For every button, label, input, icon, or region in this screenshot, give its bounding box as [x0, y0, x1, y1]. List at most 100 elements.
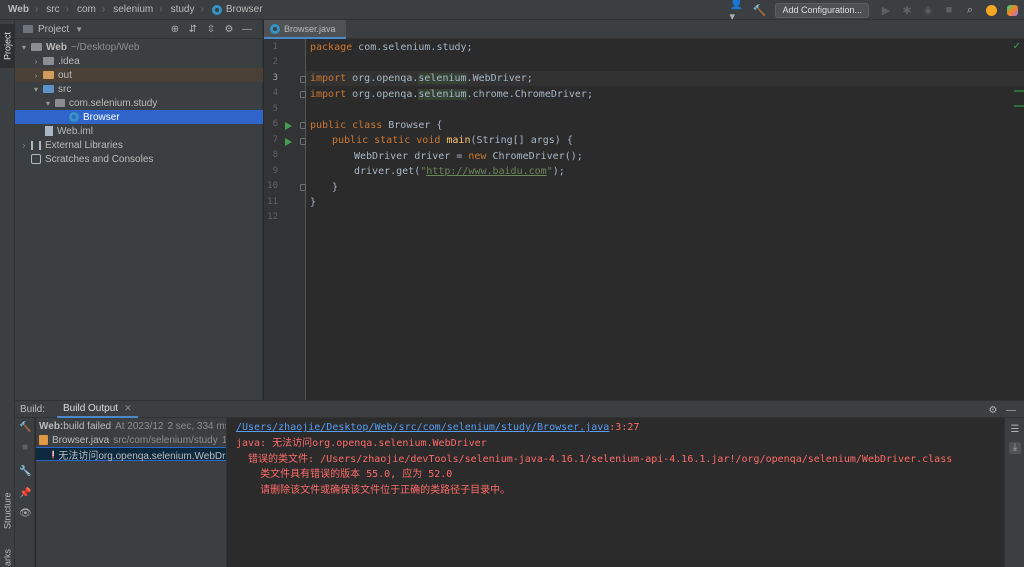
tree-item-web-iml[interactable]: Web.iml	[15, 124, 263, 138]
tree-item-package[interactable]: ▾ com.selenium.study	[15, 96, 263, 110]
soft-wrap-icon[interactable]: ☰	[1009, 424, 1021, 436]
tab-label: Browser.java	[284, 23, 336, 34]
tab-structure[interactable]: Structure	[0, 482, 15, 540]
hide-icon[interactable]: —	[1002, 405, 1020, 416]
code-editor[interactable]: 1 2 3 4 5 6 7 8 9 10 11 12 package com.s…	[264, 39, 1024, 400]
line-number: 5	[272, 104, 278, 114]
scroll-to-end-icon[interactable]: ⤓	[1009, 442, 1021, 454]
breadcrumb-src[interactable]: src	[38, 0, 59, 20]
fold-icon[interactable]	[300, 138, 306, 145]
code-line-10: }	[332, 180, 338, 195]
build-root-name: Web:	[39, 420, 64, 432]
code-text: Browser {	[382, 120, 443, 131]
run-gutter-icon[interactable]	[285, 138, 292, 146]
change-marker[interactable]	[1014, 105, 1024, 107]
chevron-down-icon[interactable]: ▾	[19, 43, 29, 52]
pin-icon[interactable]: 📌	[19, 488, 31, 499]
breadcrumb-browser[interactable]: Browser	[204, 0, 263, 20]
update-icon[interactable]	[982, 1, 1000, 19]
chevron-right-icon[interactable]: ›	[31, 57, 41, 66]
chevron-right-icon[interactable]: ›	[31, 71, 41, 80]
close-icon[interactable]: ✕	[124, 403, 132, 414]
gear-icon[interactable]: ⚙	[984, 405, 1002, 416]
gear-icon[interactable]: ⚙	[220, 24, 238, 35]
breadcrumb-web[interactable]: Web	[0, 0, 29, 20]
java-class-icon	[211, 4, 222, 15]
eye-icon[interactable]: 👁	[19, 508, 32, 519]
line-number: 7	[272, 135, 278, 145]
build-file-name: Browser.java	[52, 434, 110, 446]
build-root-duration: 2 sec, 334 ms	[167, 420, 227, 432]
console-file-link[interactable]: /Users/zhaojie/Desktop/Web/src/com/selen…	[236, 422, 609, 433]
stop-icon[interactable]: ■	[19, 442, 31, 453]
error-icon: !	[52, 449, 55, 459]
stop-icon[interactable]: ■	[940, 1, 958, 19]
left-tool-stripe: Project Structure arks	[0, 20, 15, 567]
tab-build-output[interactable]: Build Output ✕	[57, 401, 138, 418]
run-icon[interactable]: ▶	[877, 1, 895, 19]
tree-item-label: out	[58, 69, 72, 81]
build-tree-root[interactable]: Web: build failed At 2023/12 2 sec, 334 …	[39, 419, 227, 433]
breadcrumb-selenium[interactable]: selenium	[105, 0, 153, 20]
breadcrumb-study[interactable]: study	[163, 0, 195, 20]
chevron-down-icon[interactable]: ▾	[43, 99, 53, 108]
change-marker[interactable]	[1014, 90, 1024, 92]
code-line-8: WebDriver driver = new ChromeDriver();	[354, 149, 583, 164]
check-icon[interactable]: ✓	[1013, 41, 1021, 52]
folder-icon	[43, 57, 54, 65]
ide-logo-icon[interactable]	[1003, 1, 1021, 19]
tree-item-scratches[interactable]: Scratches and Consoles	[15, 152, 263, 166]
run-gutter-icon[interactable]	[285, 122, 292, 130]
search-icon[interactable]: ⌕	[961, 1, 979, 19]
tree-item-src[interactable]: ▾ src	[15, 82, 263, 96]
tab-bookmarks[interactable]: arks	[0, 547, 15, 567]
line-number: 9	[272, 166, 278, 176]
tab-project[interactable]: Project	[0, 24, 15, 68]
locate-icon[interactable]: ⊕	[166, 24, 184, 35]
tree-item-external-libraries[interactable]: › External Libraries	[15, 138, 263, 152]
wrench-icon[interactable]: 🔧	[19, 466, 31, 477]
fold-icon[interactable]	[300, 91, 306, 98]
code-text: WebDriver driver =	[354, 151, 469, 162]
add-configuration-button[interactable]: Add Configuration...	[775, 2, 869, 18]
code-keyword: public static void	[332, 135, 441, 146]
tree-item-browser[interactable]: Browser	[15, 110, 263, 124]
code-text: selenium	[418, 89, 467, 100]
tree-item-out[interactable]: › out	[15, 68, 263, 82]
code-line-9: driver.get("http://www.baidu.com");	[354, 164, 565, 179]
tree-item-label: src	[58, 83, 72, 95]
build-hammer-icon[interactable]: 🔨	[750, 1, 768, 19]
java-file-icon	[39, 435, 48, 445]
code-url-link[interactable]: http://www.baidu.com	[426, 166, 546, 177]
build-tree-file[interactable]: Browser.java src/com/selenium/study 1	[39, 433, 226, 447]
breadcrumb-com[interactable]: com	[69, 0, 96, 20]
console-link-position: :3:27	[609, 422, 640, 433]
coverage-icon[interactable]: ◈	[919, 1, 937, 19]
code-keyword: public class	[310, 120, 383, 131]
chevron-right-icon[interactable]: ›	[19, 141, 29, 150]
java-class-icon	[69, 112, 79, 122]
chevron-down-icon[interactable]: ▼	[75, 25, 83, 34]
editor-scrollbar[interactable]: ✓	[1010, 39, 1024, 400]
tree-item-idea[interactable]: › .idea	[15, 54, 263, 68]
expand-all-icon[interactable]: ⇵	[184, 24, 202, 35]
build-hammer-icon[interactable]: 🔨	[19, 422, 31, 433]
debug-icon[interactable]: ✱	[898, 1, 916, 19]
project-view-selector[interactable]: Project	[38, 24, 69, 35]
tree-item-web[interactable]: ▾ Web ~/Desktop/Web	[15, 40, 263, 54]
chevron-down-icon[interactable]: ▾	[31, 85, 41, 94]
build-console[interactable]: /Users/zhaojie/Desktop/Web/src/com/selen…	[228, 418, 1004, 567]
tab-browser-java[interactable]: Browser.java	[264, 20, 346, 39]
project-icon	[23, 25, 33, 33]
code-line-6: public class Browser {	[310, 118, 442, 133]
user-icon[interactable]: 👤▾	[729, 0, 747, 23]
collapse-all-icon[interactable]: ⇳	[202, 24, 220, 35]
build-tree-error[interactable]: ! 无法访问org.openqa.selenium.WebDriver	[36, 447, 226, 462]
hide-icon[interactable]: —	[238, 24, 256, 35]
code-line-11: }	[310, 195, 316, 210]
line-number: 12	[267, 212, 278, 222]
line-number: 11	[267, 197, 278, 207]
build-side-toolbar: 🔨 ■ 🔧 📌 👁	[15, 418, 35, 567]
fold-icon[interactable]	[300, 122, 306, 129]
fold-icon[interactable]	[300, 184, 306, 191]
